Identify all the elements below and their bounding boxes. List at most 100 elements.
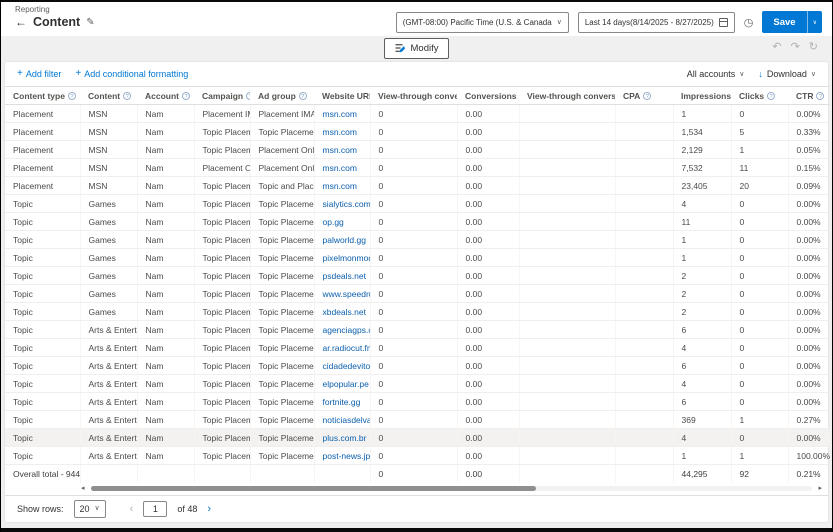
website-url-link[interactable]: elpopular.pe [323, 379, 369, 389]
column-header[interactable]: Conversions? [457, 86, 519, 105]
website-url-link[interactable]: sialytics.com [323, 199, 370, 209]
cell: MSN [80, 140, 138, 159]
table-row[interactable]: TopicGamesNamTopic Placement IMATopic Pl… [5, 248, 830, 267]
website-url-link[interactable]: plus.com.br [323, 433, 367, 443]
scrollbar-track[interactable] [91, 485, 812, 491]
website-url-link[interactable]: agenciagps.com [323, 325, 370, 335]
info-icon[interactable]: ? [182, 91, 190, 100]
schedule-icon[interactable]: ◷ [744, 16, 754, 29]
column-header[interactable]: Campaign? [194, 86, 250, 105]
table-row[interactable]: PlacementMSNNamPlacement OnlyPlacement O… [5, 158, 830, 177]
info-icon[interactable]: ? [298, 91, 307, 100]
website-url-link[interactable]: msn.com [323, 163, 357, 173]
save-button[interactable]: Save [762, 11, 807, 33]
scroll-right-icon[interactable]: ▸ [818, 485, 822, 493]
cell: Topic [5, 212, 81, 231]
column-header[interactable]: Clicks? [731, 86, 788, 105]
cell: Nam [137, 374, 195, 393]
website-url-link[interactable]: ar.radiocut.fm [323, 343, 370, 353]
column-header[interactable]: Ad group? [250, 86, 314, 105]
website-url-link[interactable]: fortnite.gg [323, 397, 361, 407]
column-header[interactable]: CPA? [615, 86, 673, 105]
cell: Placement [5, 176, 81, 195]
cell: 1 [731, 446, 789, 465]
back-arrow-icon[interactable]: ← [15, 16, 27, 28]
column-header[interactable]: Content type? [5, 86, 80, 105]
table-row[interactable]: TopicGamesNamTopic Placement IMATopic Pl… [5, 284, 830, 303]
table-row[interactable]: TopicArts & EntertainmentNamTopic Placem… [5, 410, 830, 429]
website-url-link[interactable]: op.gg [323, 217, 344, 227]
scrollbar-thumb[interactable] [91, 485, 536, 491]
cell: 0 [731, 248, 789, 267]
column-header[interactable]: View-through conversions CPA? [519, 86, 615, 105]
scroll-left-icon[interactable]: ◂ [81, 485, 85, 493]
cell: 0.00 [457, 122, 520, 141]
website-url-link[interactable]: msn.com [323, 181, 357, 191]
next-page-icon[interactable]: › [207, 503, 211, 515]
website-url-link[interactable]: xbdeals.net [323, 307, 366, 317]
timezone-select[interactable]: (GMT-08:00) Pacific Time (U.S. & Canada … [395, 11, 569, 33]
table-row[interactable]: PlacementMSNNamTopic PlacementPlacement … [5, 140, 830, 159]
page-input[interactable] [143, 500, 168, 517]
column-header[interactable]: Website URL? [314, 86, 370, 105]
website-url-link[interactable]: noticiasdelvalle.com… [323, 415, 370, 425]
cell: 100.00% [788, 446, 830, 465]
website-url-link[interactable]: msn.com [323, 145, 357, 155]
info-icon[interactable]: ? [767, 91, 776, 100]
info-icon[interactable]: ? [123, 91, 132, 100]
table-row[interactable]: TopicArts & EntertainmentNamTopic Placem… [5, 338, 830, 357]
accounts-filter-dropdown[interactable]: All accounts ∨ [687, 69, 745, 79]
cell: Arts & Entertainment [80, 356, 138, 375]
download-button[interactable]: ↓ Download ∨ [758, 69, 816, 79]
column-header[interactable]: CTR? [788, 86, 830, 105]
column-header[interactable]: Impressions? [673, 86, 731, 105]
table-row[interactable]: TopicArts & EntertainmentNamTopic Placem… [5, 428, 830, 447]
table-row[interactable]: TopicArts & EntertainmentNamTopic Placem… [5, 392, 830, 411]
redo-icon[interactable]: ↷ [791, 41, 800, 53]
horizontal-scrollbar[interactable]: ◂ ▸ [5, 483, 828, 495]
website-url-link[interactable]: msn.com [323, 127, 357, 137]
page-size-select[interactable]: 20 ∨ [73, 499, 106, 518]
cell [615, 446, 674, 465]
modify-button[interactable]: Modify [383, 38, 450, 59]
table-row[interactable]: TopicGamesNamTopic Placement IMATopic Pl… [5, 194, 830, 213]
table-row[interactable]: TopicArts & EntertainmentNamTopic Placem… [5, 320, 830, 339]
website-url-link[interactable]: psdeals.net [323, 271, 366, 281]
website-url-link[interactable]: msn.com [323, 109, 357, 119]
website-url-link[interactable]: www.speedrun.com [323, 289, 370, 299]
prev-page-icon[interactable]: ‹ [130, 503, 134, 515]
refresh-icon[interactable]: ↻ [809, 41, 818, 53]
cell: 0.00% [788, 338, 830, 357]
edit-pencil-icon[interactable]: ✎ [86, 17, 94, 28]
save-split-button: Save ∨ [762, 11, 822, 33]
column-header[interactable]: View-through conversions? [370, 86, 457, 105]
add-filter-button[interactable]: + Add filter [17, 69, 61, 80]
table-row[interactable]: TopicArts & EntertainmentNamTopic Placem… [5, 374, 830, 393]
table-row[interactable]: TopicGamesNamTopic Placement IMATopic Pl… [5, 302, 830, 321]
column-header[interactable]: Account? [137, 86, 194, 105]
add-conditional-formatting-button[interactable]: + Add conditional formatting [75, 69, 188, 80]
website-url-link[interactable]: post-news.jp [323, 451, 370, 461]
info-icon[interactable]: ? [246, 91, 250, 100]
cell [519, 140, 616, 159]
website-url-link[interactable]: cidadedevitoria.com [323, 361, 370, 371]
undo-icon[interactable]: ↶ [772, 41, 781, 53]
info-icon[interactable]: ? [67, 91, 76, 100]
column-header[interactable]: Content? [80, 86, 137, 105]
date-range-picker[interactable]: Last 14 days(8/14/2025 - 8/27/2025) [577, 11, 735, 33]
table-row[interactable]: PlacementMSNNamPlacement IMAPlacement IM… [5, 104, 830, 123]
website-url-link[interactable]: palworld.gg [323, 235, 366, 245]
download-label: Download [766, 69, 807, 79]
table-row[interactable]: PlacementMSNNamTopic Placement IMATopic … [5, 122, 830, 141]
website-url-link[interactable]: pixelmonmod.com [323, 253, 370, 263]
info-icon[interactable]: ? [816, 91, 825, 100]
table-row[interactable]: TopicArts & EntertainmentNamTopic Placem… [5, 446, 830, 465]
table-row[interactable]: TopicGamesNamTopic Placement IMATopic Pl… [5, 212, 830, 231]
info-icon[interactable]: ? [643, 91, 652, 100]
table-row[interactable]: TopicGamesNamTopic Placement IMATopic Pl… [5, 266, 830, 285]
table-row[interactable]: TopicArts & EntertainmentNamTopic Placem… [5, 356, 830, 375]
table-row[interactable]: PlacementMSNNamTopic PlacementTopic and … [5, 176, 830, 195]
save-dropdown-button[interactable]: ∨ [806, 11, 822, 33]
total-row[interactable]: Overall total - 944 row(s) 00.00 44,295920… [5, 464, 830, 483]
table-row[interactable]: TopicGamesNamTopic Placement IMATopic Pl… [5, 230, 830, 249]
